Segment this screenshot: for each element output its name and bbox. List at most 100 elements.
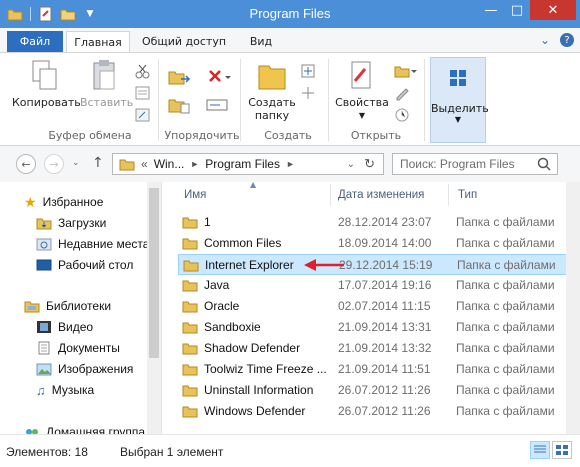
delete-icon[interactable] xyxy=(206,67,232,89)
new-folder-button[interactable]: Создать папку xyxy=(244,59,300,122)
folder-icon xyxy=(119,159,135,171)
tab-home[interactable]: Главная xyxy=(66,31,130,52)
file-type: Папка с файлами xyxy=(456,299,555,313)
nav-favorites[interactable]: ★ Избранное xyxy=(24,192,103,212)
nav-recent-places[interactable]: Недавние места xyxy=(36,234,149,254)
file-type: Папка с файлами xyxy=(456,362,555,376)
new-folder-icon xyxy=(258,65,286,90)
file-date: 02.07.2014 11:15 xyxy=(338,299,431,313)
recent-places-icon xyxy=(36,238,52,251)
column-header-type[interactable]: Тип xyxy=(458,184,558,206)
select-all-icon xyxy=(450,70,466,86)
back-button[interactable]: ← xyxy=(16,154,36,174)
large-icons-view-button[interactable] xyxy=(552,441,572,459)
breadcrumb-separator-icon[interactable]: ► xyxy=(190,159,199,169)
nav-libraries[interactable]: Библиотеки xyxy=(24,296,111,316)
nav-video[interactable]: Видео xyxy=(36,317,93,337)
breadcrumb-item[interactable]: Program Files xyxy=(205,157,280,171)
file-date: 18.09.2014 14:00 xyxy=(338,236,432,250)
column-header-name[interactable]: Имя xyxy=(184,184,324,206)
music-icon: ♫ xyxy=(36,382,46,398)
move-to-icon[interactable] xyxy=(168,67,194,89)
easy-access-icon[interactable] xyxy=(300,85,318,101)
open-icon[interactable] xyxy=(394,63,418,79)
address-row: ← → ⌄ ↑ « Win... ► Program Files ► ⌄ ↻ П… xyxy=(0,146,580,182)
nav-music[interactable]: ♫ Музыка xyxy=(36,380,94,400)
tab-share[interactable]: Общий доступ xyxy=(138,31,230,52)
select-button[interactable]: Выделить ▼ xyxy=(430,57,489,143)
star-icon: ★ xyxy=(24,193,37,210)
folder-icon xyxy=(182,322,198,334)
nav-scrollbar[interactable] xyxy=(147,182,161,434)
help-icon[interactable]: ? xyxy=(560,33,574,47)
breadcrumb-overflow[interactable]: « xyxy=(141,157,148,171)
new-item-icon[interactable] xyxy=(300,63,318,79)
organize-group-label: Упорядочить xyxy=(164,129,240,142)
address-bar[interactable]: « Win... ► Program Files ► ⌄ ↻ xyxy=(112,153,384,175)
refresh-icon[interactable]: ↻ xyxy=(364,156,375,172)
minimize-button[interactable]: — xyxy=(478,0,504,20)
table-row[interactable]: Common Files 18.09.2014 14:00 Папка с файл… xyxy=(178,233,578,254)
table-row[interactable]: 1 28.12.2014 23:07 Папка с файлами xyxy=(178,212,578,233)
create-group-label: Создать xyxy=(264,129,312,142)
libraries-icon xyxy=(24,301,40,313)
file-date: 21.09.2014 13:31 xyxy=(338,320,432,334)
file-date: 26.07.2012 11:26 xyxy=(338,404,431,418)
nav-downloads[interactable]: Загрузки xyxy=(36,213,106,233)
properties-button[interactable]: Свойства ▼ xyxy=(334,59,390,122)
file-date: 29.12.2014 15:19 xyxy=(339,258,433,272)
details-view-button[interactable] xyxy=(530,441,550,459)
rename-icon[interactable] xyxy=(206,95,232,117)
breadcrumb-separator-icon[interactable]: ► xyxy=(286,159,295,169)
nav-documents[interactable]: Документы xyxy=(36,338,120,358)
open-group-label: Открыть xyxy=(350,129,402,142)
table-row[interactable]: Shadow Defender 21.09.2014 13:32 Папка с ф… xyxy=(178,338,578,359)
paste-shortcut-icon[interactable] xyxy=(134,107,152,123)
table-row[interactable]: Java 17.07.2014 19:16 Папка с файлами xyxy=(178,275,578,296)
navigation-pane: ★ Избранное Загрузки Недавние места Рабо… xyxy=(0,182,162,439)
details-view-icon xyxy=(534,445,546,453)
cut-icon[interactable] xyxy=(134,63,152,79)
clipboard-group-label: Буфер обмена xyxy=(48,129,132,142)
table-row[interactable]: Uninstall Information 26.07.2012 11:26 Пап… xyxy=(178,380,578,401)
file-name: Oracle xyxy=(204,299,240,313)
history-icon[interactable] xyxy=(394,107,412,123)
file-name: Toolwiz Time Freeze ... xyxy=(204,362,327,376)
up-button[interactable]: ↑ xyxy=(92,155,104,171)
maximize-button[interactable]: □ xyxy=(504,0,530,20)
nav-images[interactable]: Изображения xyxy=(36,359,133,379)
file-name: Internet Explorer xyxy=(205,258,294,272)
table-row[interactable]: Sandboxie 21.09.2014 13:31 Папка с файлами xyxy=(178,317,578,338)
folder-icon xyxy=(182,406,198,418)
column-header-date[interactable]: Дата изменения xyxy=(338,184,448,206)
ribbon-tabs: Файл Главная Общий доступ Вид ⌄ ? xyxy=(0,28,580,52)
file-date: 28.12.2014 23:07 xyxy=(338,215,432,229)
copy-to-icon[interactable] xyxy=(168,95,194,117)
paste-button[interactable]: Вставить xyxy=(80,59,133,109)
file-type: Папка с файлами xyxy=(456,404,555,418)
breadcrumb-item[interactable]: Win... xyxy=(154,157,185,171)
address-history-chevron-icon[interactable]: ⌄ xyxy=(347,159,355,170)
file-name: Uninstall Information xyxy=(204,383,314,397)
forward-button[interactable]: → xyxy=(44,154,64,174)
copy-button[interactable]: Копировать xyxy=(12,59,81,109)
edit-icon[interactable] xyxy=(394,85,412,101)
close-button[interactable]: ✕ xyxy=(530,0,576,20)
tab-file[interactable]: Файл xyxy=(7,31,63,52)
status-bar: Элементов: 18 Выбран 1 элемент xyxy=(0,434,580,467)
file-type: Папка с файлами xyxy=(456,215,555,229)
table-row[interactable]: Oracle 02.07.2014 11:15 Папка с файлами xyxy=(178,296,578,317)
images-icon xyxy=(36,363,52,376)
search-input[interactable]: Поиск: Program Files xyxy=(392,153,558,175)
documents-icon xyxy=(38,341,50,355)
table-row[interactable]: Internet Explorer 29.12.2014 15:19 Папка с… xyxy=(178,254,578,275)
file-list-scrollbar[interactable] xyxy=(566,182,580,434)
table-row[interactable]: Windows Defender 26.07.2012 11:26 Папка с … xyxy=(178,401,578,422)
copy-path-icon[interactable] xyxy=(134,85,152,101)
nav-scrollbar-thumb[interactable] xyxy=(149,188,159,358)
recent-locations-chevron-icon[interactable]: ⌄ xyxy=(72,158,80,168)
nav-desktop[interactable]: Рабочий стол xyxy=(36,255,133,275)
table-row[interactable]: Toolwiz Time Freeze ... 21.09.2014 11:51 П… xyxy=(178,359,578,380)
tab-view[interactable]: Вид xyxy=(244,31,278,52)
chevron-down-icon[interactable]: ⌄ xyxy=(540,33,550,47)
